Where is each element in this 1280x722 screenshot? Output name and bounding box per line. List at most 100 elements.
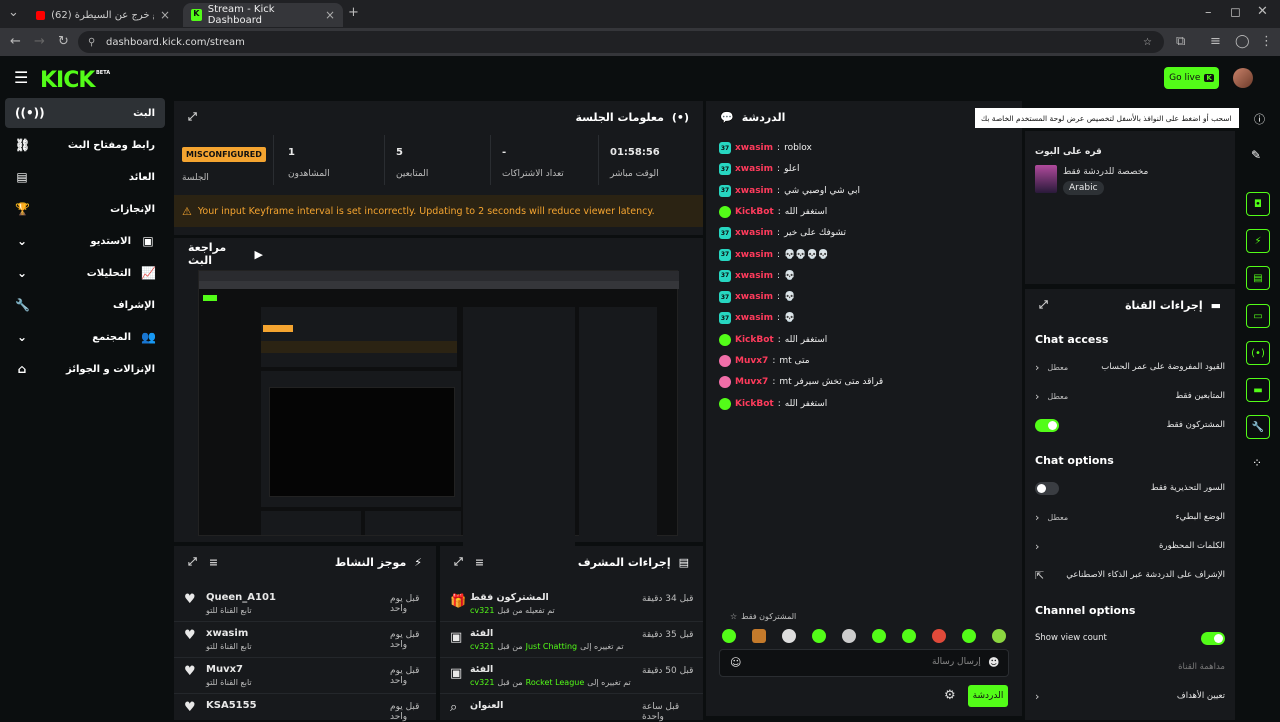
sidebar-item-achievements[interactable]: 🏆 الإنجازات bbox=[5, 194, 165, 224]
sidebar-item-revenue[interactable]: ▤ العائد bbox=[5, 162, 165, 192]
emote-button[interactable] bbox=[932, 629, 946, 643]
close-icon[interactable]: × bbox=[160, 8, 170, 22]
filter-icon[interactable]: ≡ bbox=[209, 556, 218, 569]
close-icon[interactable]: × bbox=[325, 8, 335, 22]
emote-button[interactable] bbox=[872, 629, 886, 643]
chat-settings-icon[interactable]: ⚙ bbox=[944, 688, 956, 703]
external-link-icon[interactable]: ⇱ bbox=[1035, 569, 1044, 582]
stream-preview-video[interactable] bbox=[198, 270, 679, 547]
rail-button-lightning[interactable]: ⚡ bbox=[1246, 229, 1270, 253]
rail-button-doc[interactable]: ▤ bbox=[1246, 266, 1270, 290]
channel-setting-row[interactable]: Show view count bbox=[1035, 628, 1225, 648]
toggle-switch[interactable] bbox=[1035, 418, 1059, 432]
chat-username[interactable]: xwasim bbox=[735, 186, 773, 196]
toggle-switch[interactable] bbox=[1201, 631, 1225, 645]
sidebar-item-community[interactable]: ⌄ المجتمع 👥 bbox=[5, 322, 165, 352]
chat-username[interactable]: xwasim bbox=[735, 250, 773, 260]
tab-list-icon[interactable]: ⌄ bbox=[8, 5, 19, 20]
add-widget-icon[interactable]: ⁘ bbox=[1252, 456, 1262, 470]
chat-username[interactable]: KickBot bbox=[735, 335, 774, 345]
activity-item: قبل يوم واحد Muvx7 تابع القناة للتو ♥ bbox=[174, 658, 436, 694]
emoji-picker-icon[interactable]: ☺ bbox=[730, 656, 741, 669]
emote-button[interactable] bbox=[992, 629, 1006, 643]
channel-setting-row[interactable]: › معطل المتابعين فقط bbox=[1035, 386, 1225, 406]
new-tab-icon[interactable]: + bbox=[348, 5, 359, 20]
chat-username[interactable]: xwasim bbox=[735, 143, 773, 153]
minimize-icon[interactable]: – bbox=[1205, 5, 1212, 20]
go-live-button[interactable]: Go live K bbox=[1164, 67, 1219, 89]
browser-tab-kick[interactable]: K Stream - Kick Dashboard × bbox=[183, 3, 343, 27]
emote-button[interactable] bbox=[902, 629, 916, 643]
chat-username[interactable]: xwasim bbox=[735, 313, 773, 323]
chevron-right-icon[interactable]: › bbox=[1035, 540, 1039, 553]
chat-username[interactable]: xwasim bbox=[735, 228, 773, 238]
toggle-switch[interactable] bbox=[1035, 481, 1059, 495]
emote-button[interactable] bbox=[962, 629, 976, 643]
edit-pencil-icon[interactable]: ✎ bbox=[1251, 148, 1261, 162]
rail-button-broadcast[interactable]: (•) bbox=[1246, 341, 1270, 365]
channel-setting-row[interactable]: › معطل القيود المفروضة على عمر الحساب bbox=[1035, 357, 1225, 377]
channel-setting-row[interactable]: المشتركون فقط bbox=[1035, 415, 1225, 435]
reload-icon[interactable]: ↻ bbox=[58, 34, 69, 49]
chevron-right-icon[interactable]: › bbox=[1035, 690, 1039, 703]
sidebar-item-studio[interactable]: ⌄ الاستديو ▣ bbox=[5, 226, 165, 256]
expand-icon[interactable]: ⤢ bbox=[188, 555, 197, 569]
info-icon[interactable]: ⓘ bbox=[1254, 111, 1265, 127]
chevron-right-icon[interactable]: › bbox=[1035, 511, 1039, 524]
kick-logo[interactable]: KICK bbox=[40, 68, 95, 93]
emote-button[interactable] bbox=[782, 629, 796, 643]
extensions-icon[interactable]: ⧉ bbox=[1176, 34, 1185, 49]
user-avatar[interactable] bbox=[1233, 68, 1253, 88]
browser-tab-youtube[interactable]: (62) الوضع خرج عن السيطرة... × bbox=[28, 3, 178, 27]
chat-username[interactable]: xwasim bbox=[735, 164, 773, 174]
emoji-icon[interactable]: ☻ bbox=[988, 656, 999, 669]
site-info-icon[interactable]: ⚲ bbox=[88, 37, 95, 48]
hamburger-menu-icon[interactable]: ☰ bbox=[14, 68, 28, 87]
emote-button[interactable] bbox=[722, 629, 736, 643]
chat-username[interactable]: xwasim bbox=[735, 292, 773, 302]
sidebar-item-stream-key[interactable]: ⛓ رابط ومفتاح البث bbox=[5, 130, 165, 160]
sidebar-item-moderation[interactable]: 🔧 الإشراف bbox=[5, 290, 165, 320]
maximize-icon[interactable]: ◻ bbox=[1230, 5, 1241, 20]
chat-username[interactable]: xwasim bbox=[735, 271, 773, 281]
emote-button[interactable] bbox=[752, 629, 766, 643]
channel-setting-row[interactable]: › معطل الوضع البطيء bbox=[1035, 507, 1225, 527]
back-icon[interactable]: ← bbox=[10, 34, 21, 49]
menu-dots-icon[interactable]: ⋮ bbox=[1260, 34, 1273, 49]
send-chat-button[interactable]: الدردشة bbox=[968, 685, 1008, 707]
url-field[interactable]: ⚲ dashboard.kick.com/stream ☆ bbox=[78, 31, 1164, 53]
rail-button-capture[interactable]: ◘ bbox=[1246, 192, 1270, 216]
channel-setting-row[interactable]: › تعيين الأهداف bbox=[1035, 686, 1225, 706]
profile-icon[interactable]: ◯ bbox=[1235, 34, 1250, 49]
rail-button-channel[interactable]: ▬ bbox=[1246, 378, 1270, 402]
chat-message: KickBot: استغفر الله bbox=[719, 397, 827, 410]
sidebar-item-analytics[interactable]: ⌄ التحليلات 📈 bbox=[5, 258, 165, 288]
panel-title: الدردشة bbox=[741, 110, 786, 124]
window-close-icon[interactable]: ✕ bbox=[1257, 4, 1268, 19]
chevron-right-icon[interactable]: › bbox=[1035, 361, 1039, 374]
sidebar-item-drops[interactable]: ⌂ الإنزالات و الجوائز bbox=[5, 354, 165, 384]
subscriber-badge-icon: 37 bbox=[719, 269, 731, 282]
channel-setting-row[interactable]: السور التحذيرية فقط bbox=[1035, 478, 1225, 498]
expand-icon[interactable]: ⤢ bbox=[1039, 298, 1048, 312]
filter-icon[interactable]: ≡ bbox=[475, 556, 484, 569]
rail-button-wrench[interactable]: 🔧 bbox=[1246, 415, 1270, 439]
sidebar-item-stream[interactable]: ((•)) البث bbox=[5, 98, 165, 128]
rail-button-chat[interactable]: ▭ bbox=[1246, 304, 1270, 328]
emote-button[interactable] bbox=[812, 629, 826, 643]
chat-username[interactable]: KickBot bbox=[735, 207, 774, 217]
media-icon[interactable]: ≡ bbox=[1210, 34, 1221, 49]
expand-icon[interactable]: ⤢ bbox=[454, 555, 463, 569]
sidebar-item-label: البث bbox=[133, 107, 155, 119]
bookmark-star-icon[interactable]: ☆ bbox=[1143, 37, 1152, 48]
forward-icon[interactable]: → bbox=[34, 34, 45, 49]
channel-setting-row[interactable]: › الكلمات المحظورة bbox=[1035, 536, 1225, 556]
channel-setting-row[interactable]: ⇱ الإشراف على الدردشة عبر الذكاء الاصطناع… bbox=[1035, 565, 1225, 585]
chat-username[interactable]: Muvx7 bbox=[735, 356, 768, 366]
expand-icon[interactable]: ⤢ bbox=[188, 110, 197, 124]
chat-username[interactable]: Muvx7 bbox=[735, 377, 768, 387]
chevron-right-icon[interactable]: › bbox=[1035, 390, 1039, 403]
chat-username[interactable]: KickBot bbox=[735, 399, 774, 409]
emote-button[interactable] bbox=[842, 629, 856, 643]
chat-input[interactable]: ☺ إرسال رسالة ☻ bbox=[719, 649, 1009, 677]
